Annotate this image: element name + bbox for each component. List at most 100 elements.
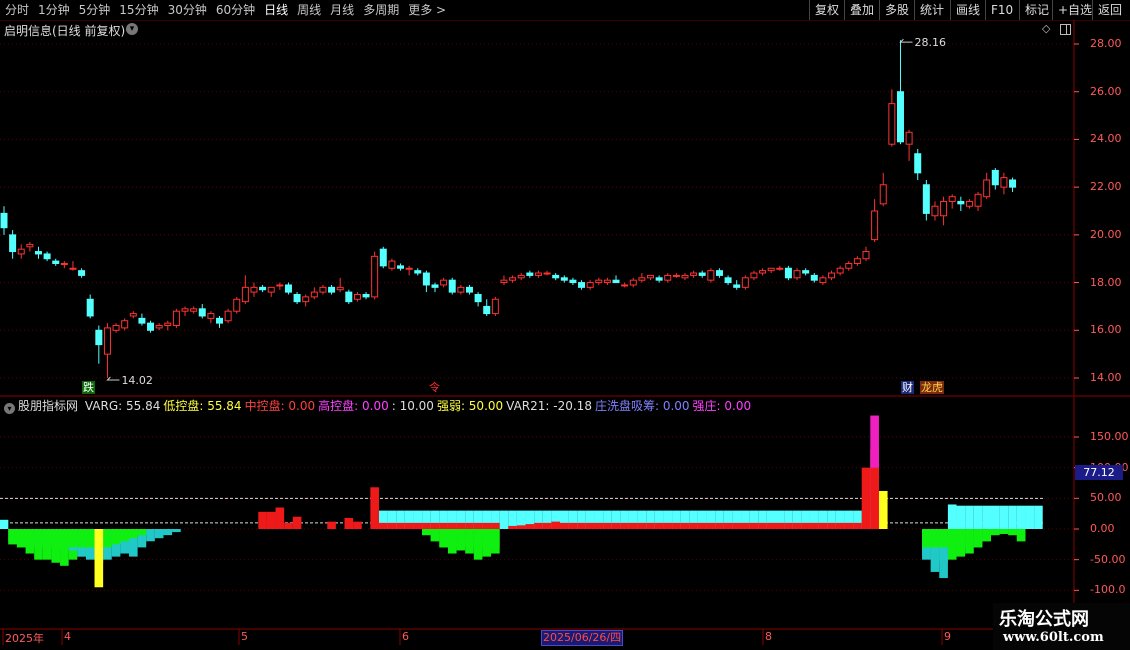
green-top-bar xyxy=(456,529,466,548)
candle-body xyxy=(836,267,844,274)
date-tick-label: 8 xyxy=(765,630,772,643)
indicator-value: VAR21: -20.18 xyxy=(506,399,592,413)
indicator-value: : 10.00 xyxy=(391,399,434,413)
red-bar xyxy=(378,522,388,529)
red-bar xyxy=(853,522,862,529)
green-top-bar xyxy=(1008,529,1017,536)
candle-body xyxy=(819,277,827,284)
candle-body xyxy=(457,286,465,293)
candle-body xyxy=(414,270,422,274)
indicator-values: VARG: 55.84 低控盘: 55.84 中控盘: 0.00 高控盘: 0.00:… xyxy=(85,399,754,413)
green-top-bar xyxy=(965,529,974,548)
candle-body xyxy=(741,277,749,288)
green-top-bar xyxy=(120,529,129,542)
candle-body xyxy=(560,277,568,281)
date-axis: 2025年 4 5 6 8 9 xyxy=(0,630,1074,645)
green-top-bar xyxy=(947,529,957,548)
candle-body xyxy=(69,267,77,270)
indicator-value: VARG: 55.84 xyxy=(84,399,161,413)
date-tick-label: 9 xyxy=(944,630,951,643)
green-top-bar xyxy=(939,529,948,548)
red-bar xyxy=(266,511,276,529)
candle-body xyxy=(233,298,241,312)
cyan-bar xyxy=(956,505,966,529)
candle-body xyxy=(871,210,879,241)
candle-body xyxy=(733,284,741,288)
watermark-title: 乐淘公式网 xyxy=(999,609,1089,630)
candle-body xyxy=(422,272,430,286)
candle-body xyxy=(957,200,965,205)
red-bar xyxy=(413,522,423,529)
indicator-tick-label: -100.0 xyxy=(1090,583,1126,597)
kline-chart[interactable]: 28.16 14.02 xyxy=(0,0,1130,650)
red-bar xyxy=(861,467,871,529)
candle-body xyxy=(1009,179,1017,188)
red-bar xyxy=(715,522,724,529)
candle-body xyxy=(293,294,301,303)
candle-body xyxy=(974,193,982,207)
candle-body xyxy=(448,279,456,293)
price-tick-label: 26.00 xyxy=(1090,84,1122,98)
red-bar xyxy=(465,522,474,529)
red-bar xyxy=(456,522,466,529)
candle-body xyxy=(853,258,861,264)
red-bar xyxy=(292,516,302,529)
price-tick-label: 22.00 xyxy=(1090,180,1122,194)
indicator-tick-label: -50.00 xyxy=(1090,552,1126,566)
indicator-value: 强庄: 0.00 xyxy=(692,399,752,413)
red-bar xyxy=(258,511,267,529)
red-bar xyxy=(758,522,767,529)
candle-body xyxy=(155,325,163,329)
red-bar xyxy=(801,522,810,529)
event-marker[interactable]: 财 xyxy=(901,381,914,394)
red-bar xyxy=(594,522,604,529)
green-top-bar xyxy=(8,529,17,545)
indicator-name[interactable]: 股朋指标网 xyxy=(18,399,78,413)
candle-body xyxy=(440,279,448,286)
candle-body xyxy=(43,253,51,260)
candle-body xyxy=(388,260,396,269)
event-marker[interactable]: 跌 xyxy=(82,381,95,394)
cyan-bar xyxy=(0,519,9,529)
green-top-bar xyxy=(473,529,483,548)
candle-body xyxy=(164,322,172,327)
candle-body xyxy=(190,308,198,312)
red-bar xyxy=(534,522,543,529)
red-bar xyxy=(792,522,802,529)
red-bar xyxy=(784,522,793,529)
indicator-value: 高控盘: 0.00 xyxy=(318,399,389,413)
cyan-bar xyxy=(965,505,974,529)
red-bar xyxy=(327,521,336,529)
candle-body xyxy=(121,320,129,329)
yellow-bar xyxy=(878,490,888,529)
candle-body xyxy=(474,294,482,303)
price-tick-label: 14.00 xyxy=(1090,371,1122,384)
green-top-bar xyxy=(25,529,35,548)
green-top-bar xyxy=(430,529,440,542)
red-bar xyxy=(422,522,431,529)
candle-body xyxy=(793,270,801,279)
candle-body xyxy=(681,274,689,279)
candle-body xyxy=(17,248,25,255)
candle-body xyxy=(483,305,491,315)
green-top-bar xyxy=(111,529,121,545)
candle-body xyxy=(198,308,206,317)
green-top-bar xyxy=(447,529,457,548)
red-bar xyxy=(387,522,397,529)
candle-body xyxy=(526,272,534,276)
cyan-bar xyxy=(973,505,983,529)
candle-body xyxy=(578,282,586,288)
event-marker[interactable]: 龙虎 xyxy=(920,381,944,394)
candle-body xyxy=(34,251,42,255)
red-bar xyxy=(637,522,647,529)
candle-body xyxy=(586,282,594,288)
candle-body xyxy=(52,260,60,264)
red-bar xyxy=(370,487,379,529)
cursor-date: 2025/06/26/四 xyxy=(541,630,624,646)
candle-body xyxy=(224,310,232,322)
cyan-bar xyxy=(499,510,509,529)
event-marker[interactable]: 令 xyxy=(428,381,441,394)
green-top-bar xyxy=(991,529,1000,536)
green-top-bar xyxy=(68,529,78,548)
chevron-down-icon[interactable]: ▾ xyxy=(4,403,15,414)
